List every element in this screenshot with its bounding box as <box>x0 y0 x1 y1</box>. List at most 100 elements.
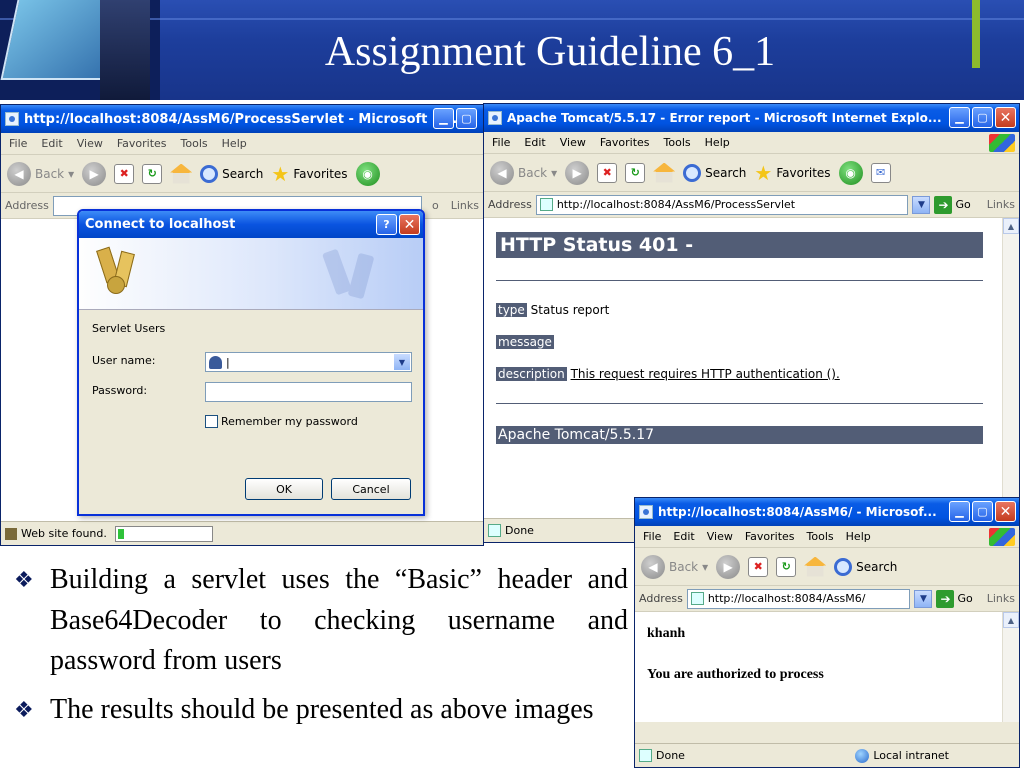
search-icon <box>683 163 702 182</box>
go-label[interactable]: o <box>432 199 439 212</box>
toolbar: ◀ Back ▾ ▶ ✖ ↻ Search <box>635 548 1019 586</box>
title-bar[interactable]: http://localhost:8084/AssM6/ProcessServl… <box>1 105 483 133</box>
media-icon[interactable]: ◉ <box>355 161 380 186</box>
back-button[interactable]: ◀ Back ▾ <box>7 161 74 186</box>
maximize-button[interactable]: ▢ <box>972 501 993 522</box>
menu-favorites[interactable]: Favorites <box>600 136 650 149</box>
address-dropdown-button[interactable]: ▼ <box>912 195 931 214</box>
message-label: message <box>496 335 554 349</box>
menu-tools[interactable]: Tools <box>664 136 691 149</box>
window-title: Apache Tomcat/5.5.17 - Error report - Mi… <box>507 111 942 125</box>
bullet-text: Building a servlet uses the “Basic” head… <box>50 564 628 677</box>
username-dropdown-icon[interactable]: ▼ <box>394 354 410 370</box>
go-button[interactable]: ➔ Go <box>936 589 973 608</box>
maximize-button[interactable]: ▢ <box>456 108 477 129</box>
ok-button[interactable]: OK <box>245 478 323 500</box>
accent-bar <box>972 0 980 68</box>
menu-edit[interactable]: Edit <box>524 136 545 149</box>
checkbox-box[interactable] <box>205 415 218 428</box>
menu-view[interactable]: View <box>77 137 103 150</box>
address-input[interactable]: http://localhost:8084/AssM6/ProcessServl… <box>535 194 909 215</box>
go-button[interactable]: ➔ Go <box>934 195 971 214</box>
search-button[interactable]: Search <box>200 164 263 183</box>
close-button[interactable]: ✕ <box>995 107 1016 128</box>
menu-favorites[interactable]: Favorites <box>117 137 167 150</box>
help-button[interactable]: ? <box>376 214 397 235</box>
forward-button[interactable]: ▶ <box>565 160 590 185</box>
stop-icon[interactable]: ✖ <box>597 162 618 183</box>
bullet-list: ❖ Building a servlet uses the “Basic” he… <box>14 560 628 738</box>
menu-edit[interactable]: Edit <box>673 530 694 543</box>
divider <box>496 280 983 281</box>
minimize-button[interactable]: ▁ <box>433 108 454 129</box>
menu-file[interactable]: File <box>492 136 510 149</box>
bullet-item: ❖ Building a servlet uses the “Basic” he… <box>14 560 628 682</box>
minimize-button[interactable]: ▁ <box>949 107 970 128</box>
scroll-up-icon[interactable]: ▲ <box>1003 218 1019 234</box>
search-button[interactable]: Search <box>834 557 897 576</box>
media-icon[interactable]: ◉ <box>838 160 863 185</box>
close-button[interactable]: ✕ <box>995 501 1016 522</box>
divider <box>496 403 983 404</box>
refresh-icon[interactable]: ↻ <box>776 556 797 577</box>
title-bar[interactable]: Apache Tomcat/5.5.17 - Error report - Mi… <box>484 104 1019 132</box>
home-icon[interactable] <box>804 556 827 577</box>
menu-favorites[interactable]: Favorites <box>745 530 795 543</box>
minimize-button[interactable]: ▁ <box>949 501 970 522</box>
menu-tools[interactable]: Tools <box>181 137 208 150</box>
type-value: Status report <box>530 303 610 317</box>
password-input[interactable] <box>205 382 412 402</box>
close-button[interactable]: ✕ <box>399 214 420 235</box>
menu-help[interactable]: Help <box>705 136 730 149</box>
hourglass-icon <box>5 527 17 540</box>
search-button[interactable]: Search <box>683 163 746 182</box>
favorites-button[interactable]: ★ Favorites <box>271 164 347 184</box>
cancel-button[interactable]: Cancel <box>331 478 411 500</box>
error-heading: HTTP Status 401 - <box>496 232 983 258</box>
menu-edit[interactable]: Edit <box>41 137 62 150</box>
menu-tools[interactable]: Tools <box>807 530 834 543</box>
status-bar: Web site found. <box>1 521 483 545</box>
refresh-icon[interactable]: ↻ <box>142 163 163 184</box>
forward-button[interactable]: ▶ <box>716 554 741 579</box>
server-footer: Apache Tomcat/5.5.17 <box>496 426 983 444</box>
menu-file[interactable]: File <box>643 530 661 543</box>
menu-view[interactable]: View <box>560 136 586 149</box>
forward-button[interactable]: ▶ <box>82 161 107 186</box>
address-label: Address <box>639 592 683 605</box>
menu-view[interactable]: View <box>707 530 733 543</box>
address-dropdown-button[interactable]: ▼ <box>914 589 933 608</box>
home-icon[interactable] <box>653 162 676 183</box>
refresh-icon[interactable]: ↻ <box>625 162 646 183</box>
remember-password-checkbox[interactable]: Remember my password <box>205 415 358 428</box>
address-input[interactable]: http://localhost:8084/AssM6/ <box>686 588 911 609</box>
vertical-scrollbar[interactable]: ▲ <box>1002 612 1019 722</box>
scroll-up-icon[interactable]: ▲ <box>1003 612 1019 628</box>
password-label: Password: <box>92 384 148 397</box>
windows-flag-icon <box>989 528 1015 546</box>
vertical-scrollbar[interactable]: ▲ <box>1002 218 1019 518</box>
menu-help[interactable]: Help <box>222 137 247 150</box>
title-bar[interactable]: http://localhost:8084/AssM6/ - Microsof.… <box>635 498 1019 526</box>
dialog-banner <box>79 238 423 310</box>
stop-icon[interactable]: ✖ <box>114 163 135 184</box>
mail-icon[interactable]: ✉ <box>870 162 891 183</box>
stop-icon[interactable]: ✖ <box>748 556 769 577</box>
star-icon: ★ <box>754 160 773 185</box>
links-label[interactable]: Links <box>987 198 1019 211</box>
username-input[interactable]: | ▼ <box>205 352 412 372</box>
slide-title: Assignment Guideline 6_1 <box>324 29 776 75</box>
links-label[interactable]: Links <box>987 592 1019 605</box>
home-icon[interactable] <box>170 163 193 184</box>
menu-help[interactable]: Help <box>846 530 871 543</box>
window-title: http://localhost:8084/AssM6/ProcessServl… <box>24 111 468 127</box>
links-label[interactable]: Links <box>451 199 483 212</box>
menu-file[interactable]: File <box>9 137 27 150</box>
favorites-button[interactable]: ★ Favorites <box>754 163 830 183</box>
maximize-button[interactable]: ▢ <box>972 107 993 128</box>
back-arrow-icon: ◀ <box>490 160 514 185</box>
back-button[interactable]: ◀ Back ▾ <box>641 554 708 579</box>
done-page-icon <box>639 749 652 762</box>
back-button[interactable]: ◀ Back ▾ <box>490 160 557 185</box>
dialog-title-bar[interactable]: Connect to localhost ? ✕ <box>79 211 423 238</box>
